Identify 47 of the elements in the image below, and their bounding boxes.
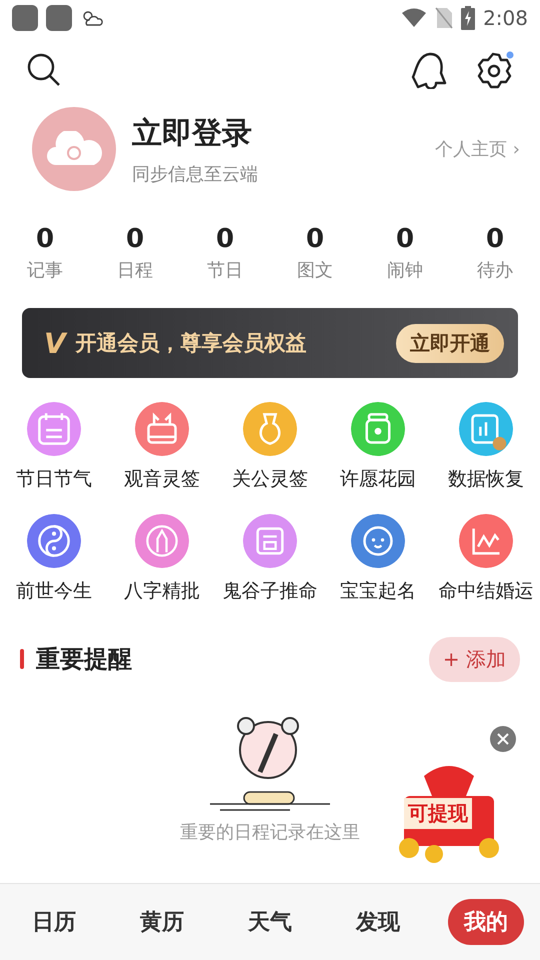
empty-message: 重要的日程记录在这里: [180, 821, 360, 844]
battery-icon: [461, 6, 476, 30]
stat-label[interactable]: 待办: [477, 258, 513, 282]
stat-count[interactable]: 0: [486, 224, 504, 254]
stat-count[interactable]: 0: [216, 224, 234, 254]
vip-label: V: [44, 326, 66, 360]
vip-text: 开通会员，尊享会员权益: [76, 330, 308, 357]
close-icon: [497, 733, 509, 745]
stat-count[interactable]: 0: [306, 224, 324, 254]
feature-button[interactable]: 观音灵签: [108, 402, 216, 492]
feature-button[interactable]: 节日节气: [0, 402, 108, 492]
stat-label[interactable]: 节日: [207, 258, 243, 282]
nav-tab[interactable]: 天气: [232, 899, 308, 945]
stat-label[interactable]: 记事: [27, 258, 63, 282]
feature-button[interactable]: 宝宝起名: [324, 514, 432, 604]
bell-icon[interactable]: [410, 51, 448, 89]
section-title: 重要提醒: [36, 644, 133, 675]
nav-tab[interactable]: 发现: [340, 899, 416, 945]
stat-count[interactable]: 0: [126, 224, 144, 254]
notification-icon: [12, 5, 38, 31]
activate-button[interactable]: 立即开通: [396, 324, 504, 362]
feature-button[interactable]: 八字精批: [108, 514, 216, 604]
feature-button[interactable]: 前世今生: [0, 514, 108, 604]
status-time: 2:08: [483, 6, 528, 30]
no-sim-icon: [435, 7, 454, 29]
feature-button[interactable]: 许愿花园: [324, 402, 432, 492]
feature-button[interactable]: 数据恢复: [432, 402, 540, 492]
close-button[interactable]: [490, 726, 516, 752]
feature-button[interactable]: 鬼谷子推命: [216, 514, 324, 604]
stat-label[interactable]: 图文: [297, 258, 333, 282]
stat-label[interactable]: 闹钟: [387, 258, 423, 282]
feature-button[interactable]: 命中结婚运: [432, 514, 540, 604]
nav-tab[interactable]: 我的: [448, 899, 524, 945]
nav-tab[interactable]: 日历: [16, 899, 92, 945]
feature-button[interactable]: 关公灵签: [216, 402, 324, 492]
stat-label[interactable]: 日程: [117, 258, 153, 282]
login-subtitle: 同步信息至云端: [132, 162, 259, 186]
notification-icon: [46, 5, 72, 31]
stat-count[interactable]: 0: [36, 224, 54, 254]
ad-text: 可提现: [404, 798, 472, 829]
stat-count[interactable]: 0: [396, 224, 414, 254]
search-icon[interactable]: [26, 52, 62, 88]
login-title[interactable]: 立即登录: [132, 112, 420, 154]
vip-banner[interactable]: V 开通会员，尊享会员权益 立即开通: [22, 308, 518, 378]
wifi-icon: [401, 8, 428, 28]
add-button[interactable]: + 添加: [428, 636, 520, 682]
nav-tab[interactable]: 黄历: [124, 899, 200, 945]
